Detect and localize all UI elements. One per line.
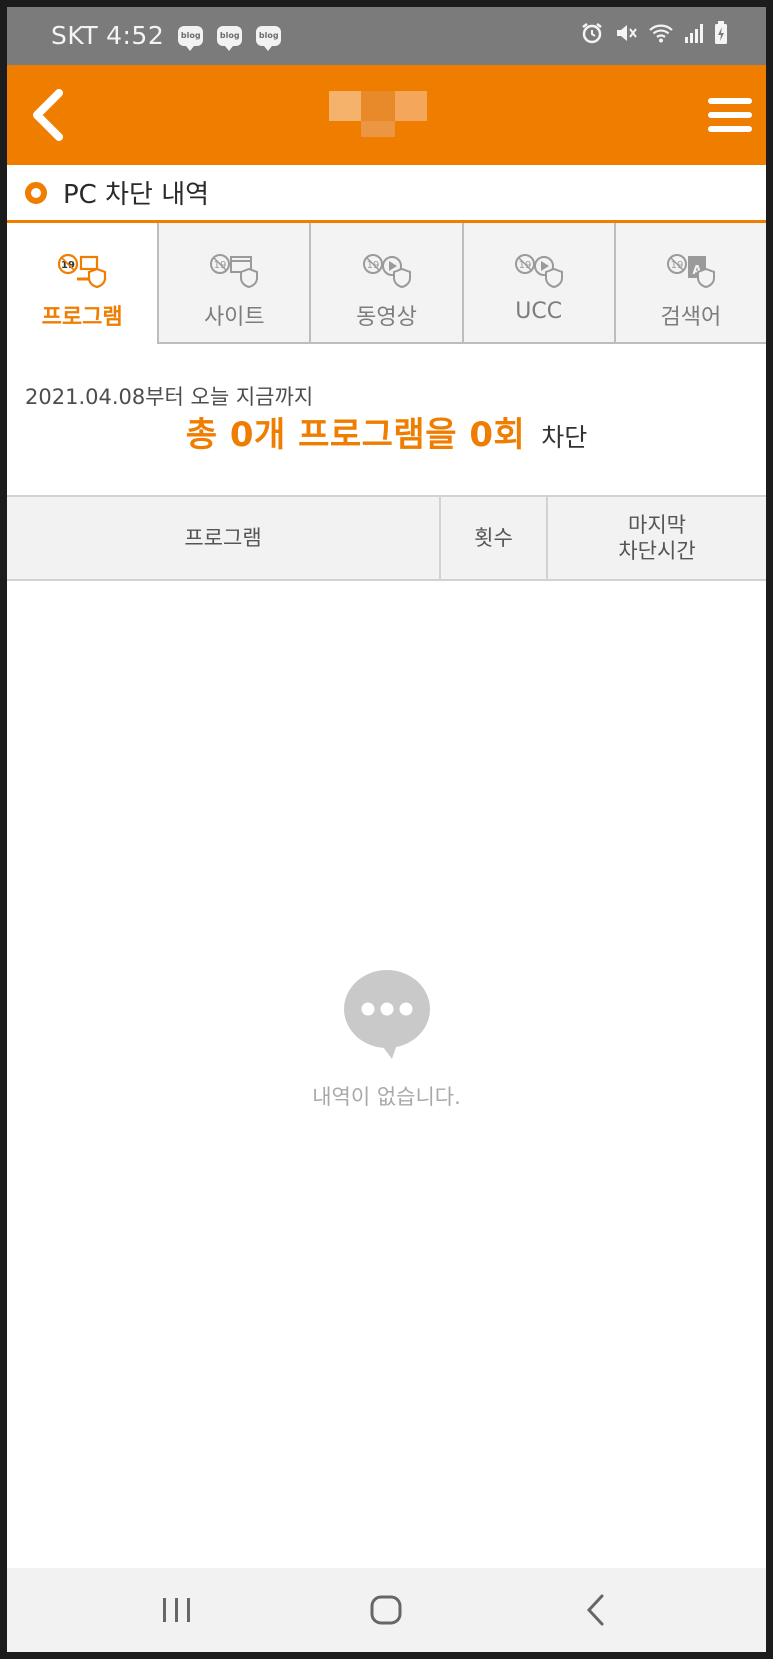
tab-program[interactable]: 19 프로그램	[7, 223, 160, 344]
table-header: 프로그램 횟수 마지막 차단시간	[7, 495, 766, 581]
section-header: PC 차단 내역	[7, 165, 766, 223]
search-term-block-icon: 19 A	[666, 253, 716, 289]
column-header-program: 프로그램	[7, 497, 441, 579]
blurred-app-title	[329, 89, 429, 143]
column-header-line: 마지막	[628, 512, 686, 537]
category-tabs: 19 프로그램 19 사이트 19 동영상 19 UCC 19 A 검색어	[7, 223, 766, 344]
tab-label: 사이트	[203, 305, 265, 330]
battery-icon	[714, 21, 728, 45]
summary-line: 총 0개 프로그램을 0회 차단	[7, 407, 766, 456]
tab-ucc[interactable]: 19 UCC	[463, 223, 616, 344]
empty-message: 내역이 없습니다.	[312, 1085, 461, 1109]
tab-video[interactable]: 19 동영상	[311, 223, 464, 344]
hamburger-menu-icon[interactable]	[706, 95, 754, 135]
tab-site[interactable]: 19 사이트	[159, 223, 312, 344]
system-nav-bar	[7, 1568, 766, 1652]
tab-label: 검색어	[660, 305, 722, 330]
section-bullet-icon	[25, 181, 47, 204]
column-header-last-blocked: 마지막 차단시간	[548, 497, 766, 579]
tab-label: UCC	[515, 299, 563, 324]
speech-bubble-icon	[342, 969, 432, 1065]
signal-icon	[684, 22, 704, 44]
column-header-line: 차단시간	[618, 539, 696, 563]
ucc-block-icon: 19	[514, 253, 564, 289]
blog-notification-icon: blog	[178, 25, 204, 51]
carrier-label: SKT	[51, 21, 99, 50]
video-block-icon: 19	[362, 253, 412, 289]
site-block-icon: 19	[209, 253, 259, 289]
summary-suffix: 차단	[541, 423, 588, 452]
blog-notification-icon: blog	[217, 25, 243, 51]
home-icon[interactable]	[362, 1588, 410, 1632]
tab-label: 프로그램	[41, 305, 123, 330]
clock-label: 4:52	[106, 21, 165, 50]
summary-total: 총 0개 프로그램을 0회	[185, 415, 526, 455]
wifi-icon	[648, 22, 674, 44]
mute-icon	[614, 21, 638, 45]
tab-search-term[interactable]: 19 A 검색어	[615, 223, 766, 344]
section-title: PC 차단 내역	[63, 180, 210, 210]
column-header-count: 횟수	[441, 497, 548, 579]
back-icon[interactable]	[572, 1588, 620, 1632]
status-bar: SKT 4:52 blog blog blog	[7, 7, 766, 65]
back-arrow-icon[interactable]	[25, 87, 71, 143]
phone-screen: SKT 4:52 blog blog blog PC 차단 내역 19 프로그램…	[7, 7, 766, 1652]
program-block-icon: 19	[57, 253, 107, 289]
app-header	[7, 65, 766, 165]
empty-state: 내역이 없습니다.	[7, 969, 766, 1111]
alarm-icon	[580, 21, 604, 45]
recent-apps-icon[interactable]	[153, 1588, 201, 1632]
tab-label: 동영상	[356, 305, 417, 330]
blog-notification-icon: blog	[256, 25, 282, 51]
